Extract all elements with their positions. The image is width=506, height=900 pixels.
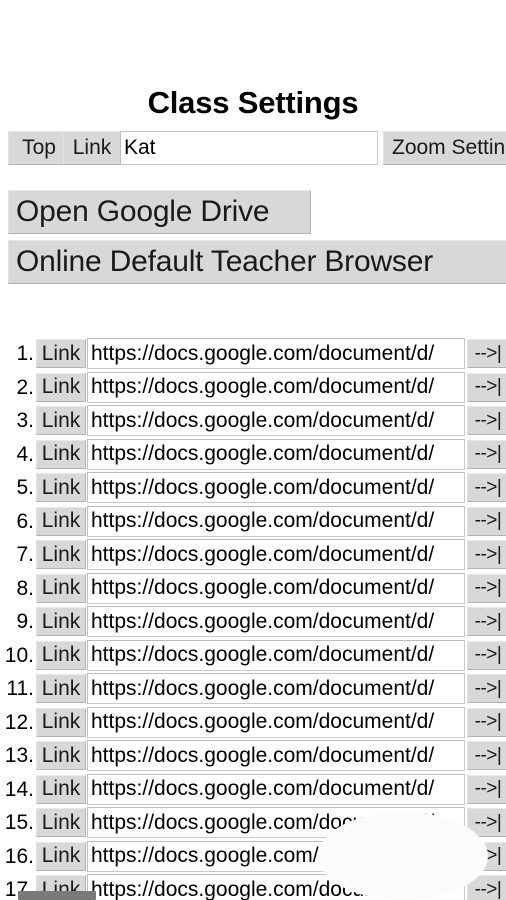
row-url-input[interactable]	[87, 639, 465, 671]
row-go-button[interactable]: -->|	[467, 573, 506, 603]
link-row: 5.Link -->|	[0, 471, 506, 505]
row-url-input[interactable]	[87, 371, 465, 403]
row-go-button[interactable]: -->|	[467, 674, 506, 703]
row-number: 1.	[16, 342, 34, 365]
link-row: 9.Link -->|	[0, 605, 506, 639]
row-link-button[interactable]: Link	[36, 607, 86, 636]
row-number: 15.	[4, 811, 34, 834]
link-row: 2.Link -->|	[0, 371, 506, 405]
row-link-button[interactable]: Link	[36, 808, 86, 837]
row-number: 16.	[4, 844, 34, 868]
link-row: 3.Link -->|	[0, 404, 506, 438]
row-link-button[interactable]: Link	[36, 406, 86, 435]
row-go-button[interactable]: -->|	[467, 473, 506, 502]
row-url-input[interactable]	[87, 606, 465, 637]
link-button[interactable]: Link	[63, 131, 121, 165]
link-row: 13.Link -->|	[0, 739, 506, 773]
top-button[interactable]: Top	[8, 131, 70, 165]
row-url-input[interactable]	[87, 438, 465, 470]
link-row: 14.Link -->|	[0, 773, 506, 807]
row-go-button[interactable]: -->|	[467, 506, 506, 536]
row-go-button[interactable]: -->|	[467, 707, 506, 737]
row-go-button[interactable]: -->|	[467, 640, 506, 670]
link-row: 15.Link -->|	[0, 806, 506, 840]
row-url-input[interactable]	[87, 840, 465, 872]
row-url-input[interactable]	[87, 807, 465, 838]
row-url-input[interactable]	[87, 673, 465, 704]
row-url-input[interactable]	[87, 539, 465, 570]
row-number: 4.	[16, 442, 34, 466]
row-link-button[interactable]: Link	[36, 339, 86, 368]
row-number: 3.	[16, 409, 34, 432]
row-go-button[interactable]: -->|	[467, 439, 506, 469]
row-go-button[interactable]: -->|	[467, 339, 506, 368]
link-row: 12.Link -->|	[0, 706, 506, 740]
link-row: 1.Link -->|	[0, 337, 506, 371]
row-go-button[interactable]: -->|	[467, 540, 506, 569]
row-link-button[interactable]: Link	[36, 774, 86, 804]
link-row: 4.Link -->|	[0, 438, 506, 472]
row-url-input[interactable]	[87, 405, 465, 436]
row-number: 5.	[16, 476, 34, 499]
row-link-button[interactable]: Link	[36, 841, 86, 871]
row-url-input[interactable]	[87, 773, 465, 805]
row-go-button[interactable]: -->|	[467, 607, 506, 636]
row-link-button[interactable]: Link	[36, 506, 86, 536]
row-url-input[interactable]	[87, 706, 465, 738]
row-url-input[interactable]	[87, 338, 465, 369]
horizontal-scrollbar-thumb[interactable]	[18, 891, 96, 900]
row-url-input[interactable]	[87, 505, 465, 537]
row-go-button[interactable]: -->|	[467, 741, 506, 770]
row-link-button[interactable]: Link	[36, 372, 86, 402]
row-number: 11.	[6, 677, 34, 700]
link-row: 7.Link -->|	[0, 538, 506, 572]
row-go-button[interactable]: -->|	[467, 774, 506, 804]
link-row: 8.Link -->|	[0, 572, 506, 606]
row-url-input[interactable]	[87, 572, 465, 604]
row-link-button[interactable]: Link	[36, 741, 86, 770]
class-settings-page: Class Settings Top Link Zoom Settings Op…	[0, 0, 506, 900]
class-name-input[interactable]	[120, 131, 378, 165]
row-number: 2.	[16, 375, 34, 399]
row-link-button[interactable]: Link	[36, 439, 86, 469]
row-link-button[interactable]: Link	[36, 573, 86, 603]
row-go-button[interactable]: -->|	[467, 808, 506, 837]
page-title: Class Settings	[147, 84, 359, 120]
row-link-button[interactable]: Link	[36, 640, 86, 670]
row-go-button[interactable]: -->|	[467, 406, 506, 435]
link-row: 6.Link -->|	[0, 505, 506, 539]
horizontal-scrollbar[interactable]	[0, 891, 506, 900]
link-row: 10.Link -->|	[0, 639, 506, 673]
row-number: 13.	[4, 744, 34, 767]
row-number: 10.	[4, 643, 34, 667]
zoom-settings-button[interactable]: Zoom Settings	[383, 131, 506, 165]
open-google-drive-button[interactable]: Open Google Drive	[8, 190, 311, 234]
row-number: 6.	[16, 509, 34, 533]
row-number: 14.	[4, 777, 34, 801]
link-row: 11.Link -->|	[0, 672, 506, 706]
row-url-input[interactable]	[87, 472, 465, 503]
row-number: 12.	[4, 710, 34, 734]
online-default-teacher-browser-button[interactable]: Online Default Teacher Browser	[8, 240, 506, 284]
row-link-button[interactable]: Link	[36, 473, 86, 502]
row-url-input[interactable]	[87, 740, 465, 771]
link-list: 1.Link-->|2.Link-->|3.Link-->|4.Link-->|…	[0, 337, 506, 900]
row-go-button[interactable]: -->|	[467, 372, 506, 402]
row-number: 8.	[16, 576, 34, 600]
row-link-button[interactable]: Link	[36, 540, 86, 569]
row-number: 7.	[16, 543, 34, 566]
row-link-button[interactable]: Link	[36, 707, 86, 737]
row-number: 9.	[16, 610, 34, 633]
row-go-button[interactable]: -->|	[467, 841, 506, 871]
row-link-button[interactable]: Link	[36, 674, 86, 703]
link-row: 16.Link -->|	[0, 840, 506, 874]
